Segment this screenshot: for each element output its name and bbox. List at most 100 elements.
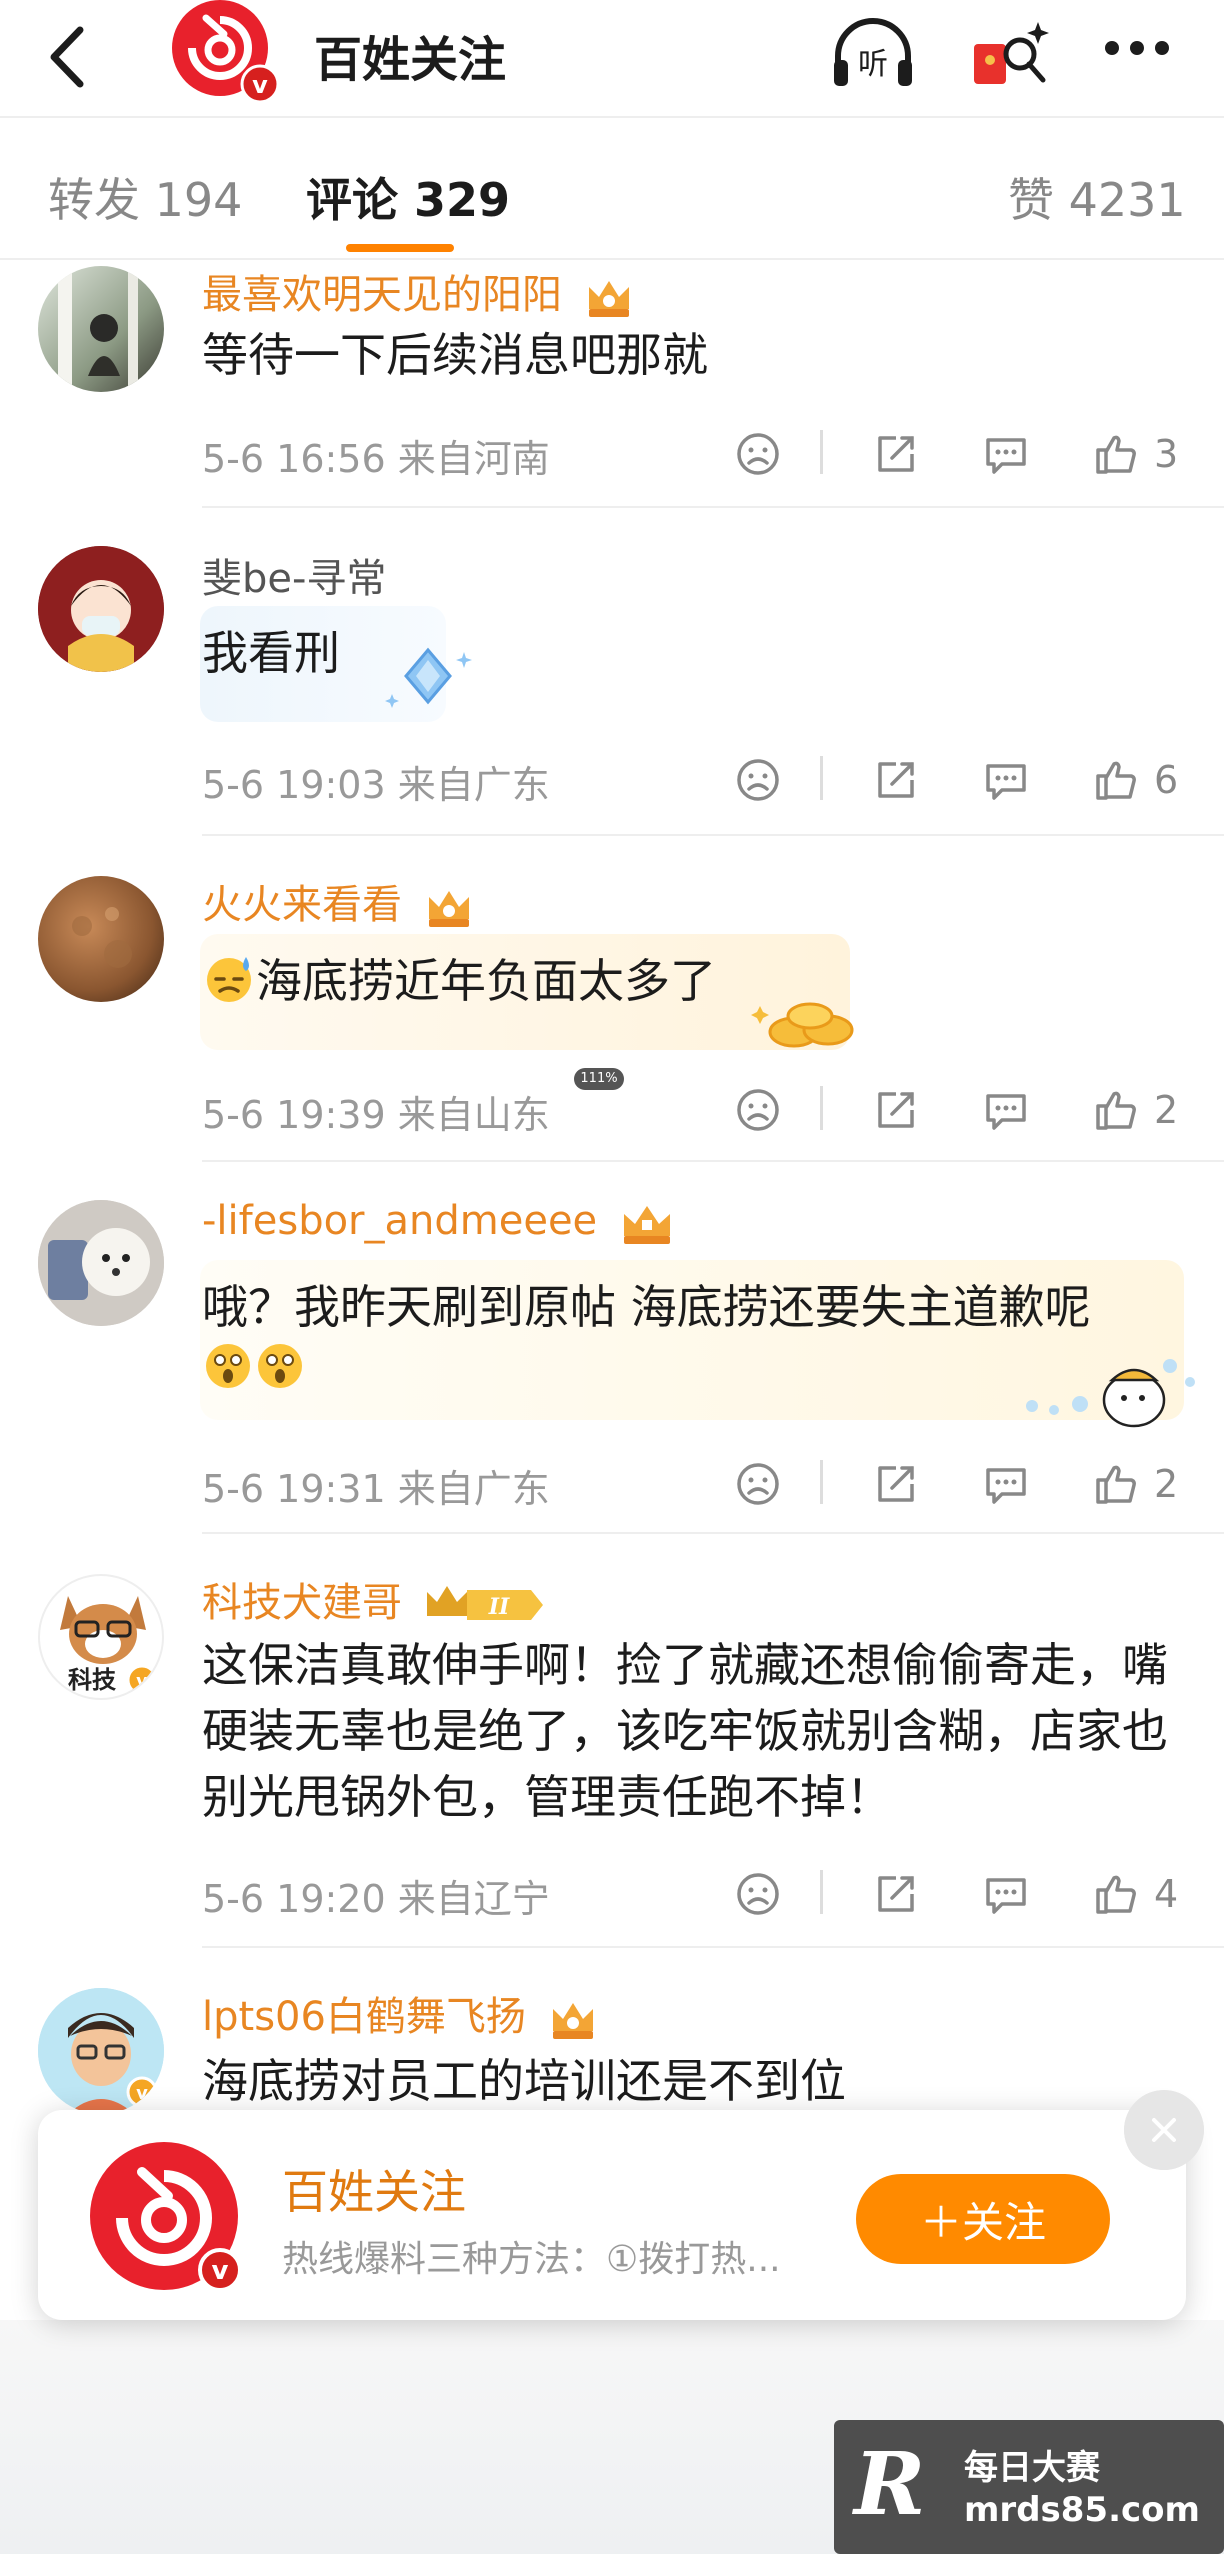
like-button[interactable]: 2 [1092, 1080, 1178, 1140]
comment-location: 来自广东 [397, 1467, 550, 1511]
thumbs-up-icon [1096, 761, 1136, 800]
reply-button[interactable] [982, 750, 1030, 810]
vip-crown-badge-icon [428, 891, 469, 927]
listen-icon[interactable]: 听 [828, 16, 918, 96]
comment-username[interactable]: 科技犬建哥 II [202, 1570, 547, 1630]
cartoon-man-icon: v [38, 1988, 164, 2114]
dislike-button[interactable] [734, 1080, 782, 1140]
share-icon [878, 1466, 914, 1502]
comment-item: 最喜欢明天见的阳阳 等待一下后续消息吧那就 5-6 16:56 来自河南 3 [0, 260, 1224, 510]
sad-face-icon [737, 759, 779, 801]
reply-button[interactable] [982, 1864, 1030, 1924]
action-separator [820, 1086, 823, 1130]
sad-face-icon [737, 1089, 779, 1131]
share-button[interactable] [872, 750, 920, 810]
comment-text-body: 哦？我昨天刷到原帖 海底捞还要失主道歉呢 [202, 1280, 1091, 1334]
comment-username[interactable]: 斐be-寻常 [202, 546, 386, 604]
like-count: 2 [1154, 1462, 1179, 1506]
username-text: 最喜欢明天见的阳阳 [202, 272, 562, 318]
comment-time: 5-6 16:56 [202, 437, 386, 481]
comment-bubble-icon [986, 764, 1026, 800]
share-button[interactable] [872, 424, 920, 484]
share-icon [878, 762, 914, 798]
popup-account-desc: 热线爆料三种方法：①拨打热... [282, 2239, 781, 2280]
shocked-emoji-icon [206, 1344, 250, 1388]
reply-button[interactable] [982, 1454, 1030, 1514]
like-button[interactable]: 6 [1092, 750, 1178, 810]
comment-location: 来自河南 [397, 437, 550, 481]
sweat-emoji-icon [207, 957, 251, 1002]
comment-meta: 5-6 16:56 来自河南 [202, 428, 550, 483]
like-button[interactable]: 3 [1092, 424, 1178, 484]
avatar[interactable]: v [38, 1988, 164, 2114]
avatar[interactable] [38, 1200, 164, 1326]
like-count: 2 [1154, 1088, 1179, 1132]
reply-button[interactable] [982, 1080, 1030, 1140]
comment-text: 海底捞对员工的培训还是不到位 [202, 2054, 846, 2108]
follow-button[interactable]: ＋关注 [856, 2174, 1110, 2264]
comment-item: -lifesbor_andmeeee 哦？我昨天刷到原帖 海底捞还要失主道歉呢 [0, 1162, 1224, 1534]
account-avatar[interactable]: v [162, 0, 282, 106]
reply-button[interactable] [982, 424, 1030, 484]
watermark-logo: R [854, 2434, 926, 2535]
like-count: 4 [1154, 1872, 1179, 1916]
like-button[interactable]: 2 [1092, 1454, 1178, 1514]
share-button[interactable] [872, 1454, 920, 1514]
dislike-button[interactable] [734, 1864, 782, 1924]
comment-item: v lpts06白鹤舞飞扬 海底捞对员工的培训还是不到位 [0, 1948, 1224, 2114]
dislike-button[interactable] [734, 424, 782, 484]
red-packet-icon[interactable] [968, 16, 1058, 96]
comment-bubble-icon [986, 1878, 1026, 1914]
vip-crown-badge-icon [552, 2003, 593, 2039]
comment-actions: 4 [720, 1864, 1200, 1924]
level-badge-icon: II [426, 1586, 543, 1620]
watermark-url: mrds85.com [964, 2490, 1200, 2530]
tab-likes[interactable]: 赞 4231 [1008, 164, 1186, 230]
tab-comments[interactable]: 评论 329 [306, 164, 510, 230]
avatar-label: 科技 [68, 1666, 117, 1694]
avatar[interactable]: 科技 v [38, 1574, 164, 1700]
dislike-button[interactable] [734, 750, 782, 810]
avatar-illustration-icon [38, 546, 164, 672]
svg-text:v: v [136, 2083, 148, 2104]
more-icon[interactable] [1092, 16, 1182, 96]
share-button[interactable] [872, 1864, 920, 1924]
comment-time: 5-6 19:20 [202, 1877, 386, 1921]
comment-actions: 3 [720, 424, 1200, 484]
avatar[interactable] [38, 546, 164, 672]
comment-meta: 5-6 19:31 来自广东 [202, 1458, 550, 1513]
tab-bar: 转发 194 评论 329 赞 4231 [0, 118, 1224, 258]
popup-account-name[interactable]: 百姓关注 [282, 2156, 466, 2222]
comment-bubble-icon [986, 438, 1026, 474]
dog-photo-icon [38, 1200, 164, 1326]
back-chevron-icon[interactable] [40, 22, 100, 92]
svg-text:v: v [136, 1671, 148, 1692]
avatar[interactable] [38, 266, 164, 392]
comment-time: 5-6 19:39 [202, 1093, 386, 1137]
comment-text: 等待一下后续消息吧那就 [202, 328, 708, 382]
tab-reposts[interactable]: 转发 194 [48, 164, 242, 230]
thumbs-up-icon [1096, 435, 1136, 474]
share-button[interactable] [872, 1080, 920, 1140]
comment-username[interactable]: 火火来看看 [202, 872, 475, 931]
vip-crown-badge-icon [588, 281, 629, 317]
like-count: 3 [1154, 432, 1179, 476]
username-text: 科技犬建哥 [202, 1580, 402, 1626]
site-watermark: R 每日大赛 mrds85.com [834, 2420, 1224, 2554]
like-button[interactable]: 4 [1092, 1864, 1178, 1924]
comment-location: 来自辽宁 [397, 1877, 550, 1921]
dislike-button[interactable] [734, 1454, 782, 1514]
share-icon [878, 1876, 914, 1912]
popup-account-avatar[interactable]: v [86, 2138, 246, 2298]
dog-cartoon-icon: 科技 v [60, 1596, 158, 1696]
svg-text:II: II [487, 1594, 509, 1620]
comment-username[interactable]: 最喜欢明天见的阳阳 [202, 262, 635, 321]
comment-meta: 5-6 19:39 来自山东 [202, 1084, 550, 1139]
avatar[interactable] [38, 876, 164, 1002]
comment-username[interactable]: lpts06白鹤舞飞扬 [202, 1984, 599, 2043]
comment-text: 海底捞近年负面太多了 [202, 948, 1190, 1014]
comment-username[interactable]: -lifesbor_andmeeee [202, 1198, 676, 1248]
account-name[interactable]: 百姓关注 [314, 20, 506, 90]
comment-text: 这保洁真敢伸手啊！捡了就藏还想偷偷寄走，嘴硬装无辜也是绝了，该吃牢饭就别含糊，店… [202, 1638, 1168, 1824]
close-popup-icon[interactable] [1124, 2090, 1204, 2170]
